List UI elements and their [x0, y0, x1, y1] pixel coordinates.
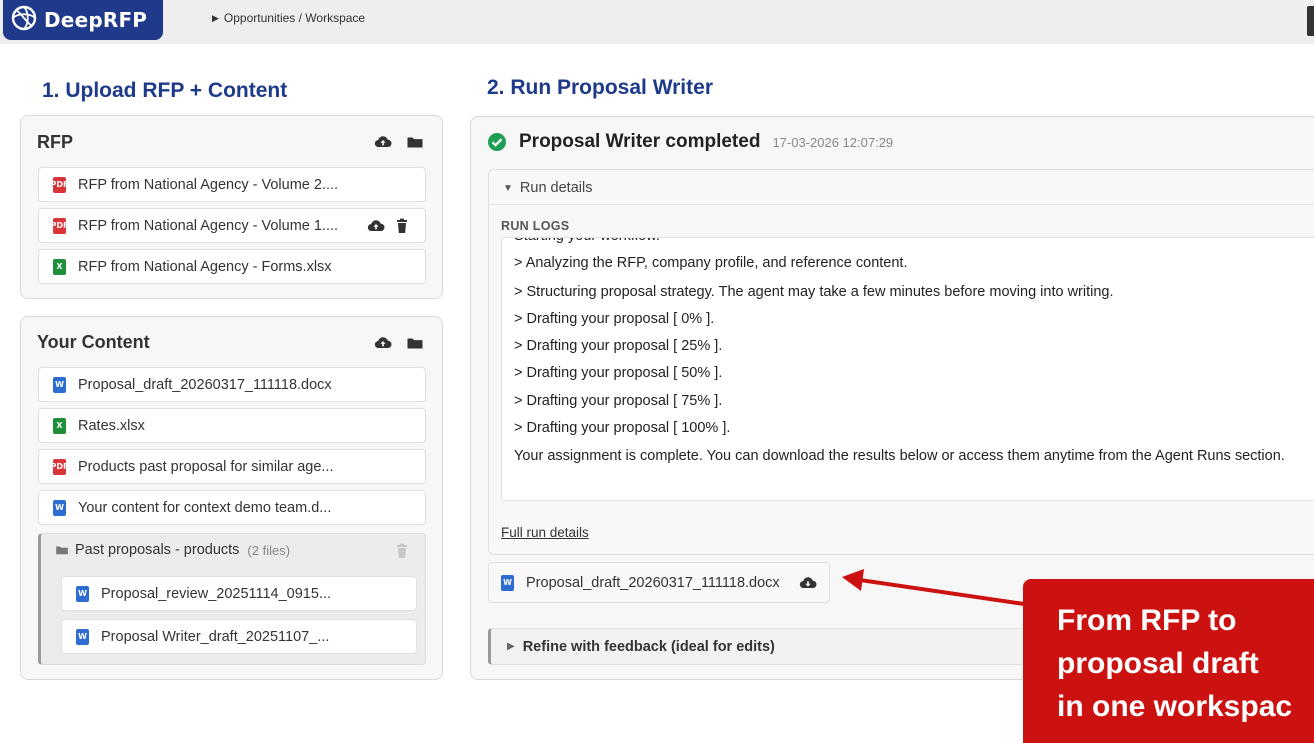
file-name: RFP from National Agency - Forms.xlsx: [78, 258, 332, 275]
content-file-item[interactable]: X Rates.xlsx: [38, 408, 426, 443]
excel-file-icon: X: [53, 417, 66, 434]
output-file[interactable]: W Proposal_draft_20260317_111118.docx: [488, 562, 830, 603]
divider: [489, 204, 1314, 205]
folder-icon[interactable]: [406, 133, 424, 151]
file-name: Products past proposal for similar age..…: [78, 458, 334, 475]
log-line: > Drafting your proposal [ 100% ].: [514, 420, 731, 436]
full-run-details-link[interactable]: Full run details: [501, 525, 589, 540]
log-line: > Structuring proposal strategy. The age…: [514, 284, 1114, 300]
cloud-upload-icon[interactable]: [367, 217, 385, 235]
callout-line: From RFP to: [1057, 604, 1237, 637]
word-file-icon: W: [53, 499, 66, 516]
word-file-icon: W: [76, 628, 89, 645]
cloud-upload-icon[interactable]: [374, 334, 392, 352]
file-name: RFP from National Agency - Volume 1....: [78, 217, 339, 234]
log-line: Starting your workflow.: [514, 238, 660, 247]
content-file-item[interactable]: PDF Products past proposal for similar a…: [38, 449, 426, 484]
file-name: Proposal_draft_20260317_111118.docx: [78, 376, 332, 393]
log-line: > Drafting your proposal [ 75% ].: [514, 393, 723, 409]
caret-right-icon: ▶: [507, 641, 515, 652]
run-logs-box[interactable]: Starting your workflow. > Analyzing the …: [501, 237, 1314, 501]
rfp-file-item[interactable]: X RFP from National Agency - Forms.xlsx: [38, 249, 426, 284]
folder-file-item[interactable]: W Proposal Writer_draft_20251107_...: [61, 619, 417, 654]
excel-file-icon: X: [53, 258, 66, 275]
status-timestamp: 17-03-2026 12:07:29: [772, 134, 894, 150]
file-name: Proposal_review_20251114_0915...: [101, 585, 332, 602]
folder-icon[interactable]: [406, 334, 424, 352]
log-line: > Drafting your proposal [ 50% ].: [514, 365, 723, 381]
content-file-item[interactable]: W Your content for context demo team.d..…: [38, 490, 426, 525]
word-file-icon: W: [53, 376, 66, 393]
log-line: > Drafting your proposal [ 0% ].: [514, 311, 715, 327]
output-file-name: Proposal_draft_20260317_111118.docx: [526, 574, 780, 591]
folder-name: Past proposals - products: [75, 542, 240, 558]
breadcrumb[interactable]: ▶ Opportunities / Workspace: [212, 11, 365, 25]
run-details-panel: ▼ Run details RUN LOGS Starting your wor…: [488, 169, 1314, 555]
caret-right-icon: ▶: [212, 12, 219, 23]
rfp-file-item[interactable]: PDF RFP from National Agency - Volume 2.…: [38, 167, 426, 202]
log-line: > Analyzing the RFP, company profile, an…: [514, 255, 908, 271]
promo-callout: From RFP to proposal draft in one worksp…: [1023, 579, 1314, 743]
top-bar: DeepRFP ▶ Opportunities / Workspace: [0, 0, 1314, 44]
file-name: Rates.xlsx: [78, 417, 145, 434]
content-card-title: Your Content: [37, 332, 150, 352]
folder-icon: [55, 543, 69, 557]
rfp-file-item[interactable]: PDF RFP from National Agency - Volume 1.…: [38, 208, 426, 243]
pdf-file-icon: PDF: [51, 176, 68, 193]
rfp-card-title: RFP: [37, 132, 73, 152]
refine-label: Refine with feedback (ideal for edits): [522, 638, 775, 655]
folder-header[interactable]: Past proposals - products (2 files): [55, 542, 290, 558]
content-file-item[interactable]: W Proposal_draft_20260317_111118.docx: [38, 367, 426, 402]
app-logo[interactable]: DeepRFP: [3, 0, 163, 40]
file-name: RFP from National Agency - Volume 2....: [78, 176, 339, 193]
topbar-edge-button[interactable]: [1307, 6, 1314, 36]
callout-line: proposal draft: [1057, 647, 1259, 680]
folder-file-count: (2 files): [247, 542, 291, 558]
log-line: > Drafting your proposal [ 25% ].: [514, 338, 723, 354]
trash-icon[interactable]: [393, 542, 411, 560]
file-name: Proposal Writer_draft_20251107_...: [101, 628, 330, 645]
callout-line: in one workspac: [1057, 690, 1293, 723]
cloud-upload-icon[interactable]: [374, 133, 392, 151]
run-section-title: 2. Run Proposal Writer: [487, 76, 713, 99]
folder-file-item[interactable]: W Proposal_review_20251114_0915...: [61, 576, 417, 611]
folder-group[interactable]: Past proposals - products (2 files) W Pr…: [38, 533, 426, 665]
check-circle-icon: [487, 132, 507, 152]
status-title: Proposal Writer completed: [519, 131, 761, 152]
logo-icon: [9, 3, 39, 38]
upload-section-title: 1. Upload RFP + Content: [42, 79, 288, 102]
run-logs-label: RUN LOGS: [501, 219, 570, 233]
app-name: DeepRFP: [44, 8, 148, 32]
cloud-download-icon[interactable]: [799, 574, 817, 592]
log-final-message: Your assignment is complete. You can dow…: [514, 448, 1285, 464]
run-status: Proposal Writer completed 17-03-2026 12:…: [487, 131, 893, 153]
word-file-icon: W: [76, 585, 89, 602]
breadcrumb-text: Opportunities / Workspace: [223, 11, 366, 25]
pdf-file-icon: PDF: [51, 458, 68, 475]
run-details-toggle[interactable]: ▼ Run details: [503, 180, 592, 196]
content-card: Your Content W Proposal_draft_20260317_1…: [20, 316, 443, 680]
file-name: Your content for context demo team.d...: [78, 499, 332, 516]
run-details-label: Run details: [519, 180, 593, 196]
pdf-file-icon: PDF: [51, 217, 68, 234]
word-file-icon: W: [501, 574, 514, 591]
caret-down-icon: ▼: [503, 182, 513, 194]
rfp-card: RFP PDF RFP from National Agency - Volum…: [20, 115, 443, 299]
trash-icon[interactable]: [393, 217, 411, 235]
